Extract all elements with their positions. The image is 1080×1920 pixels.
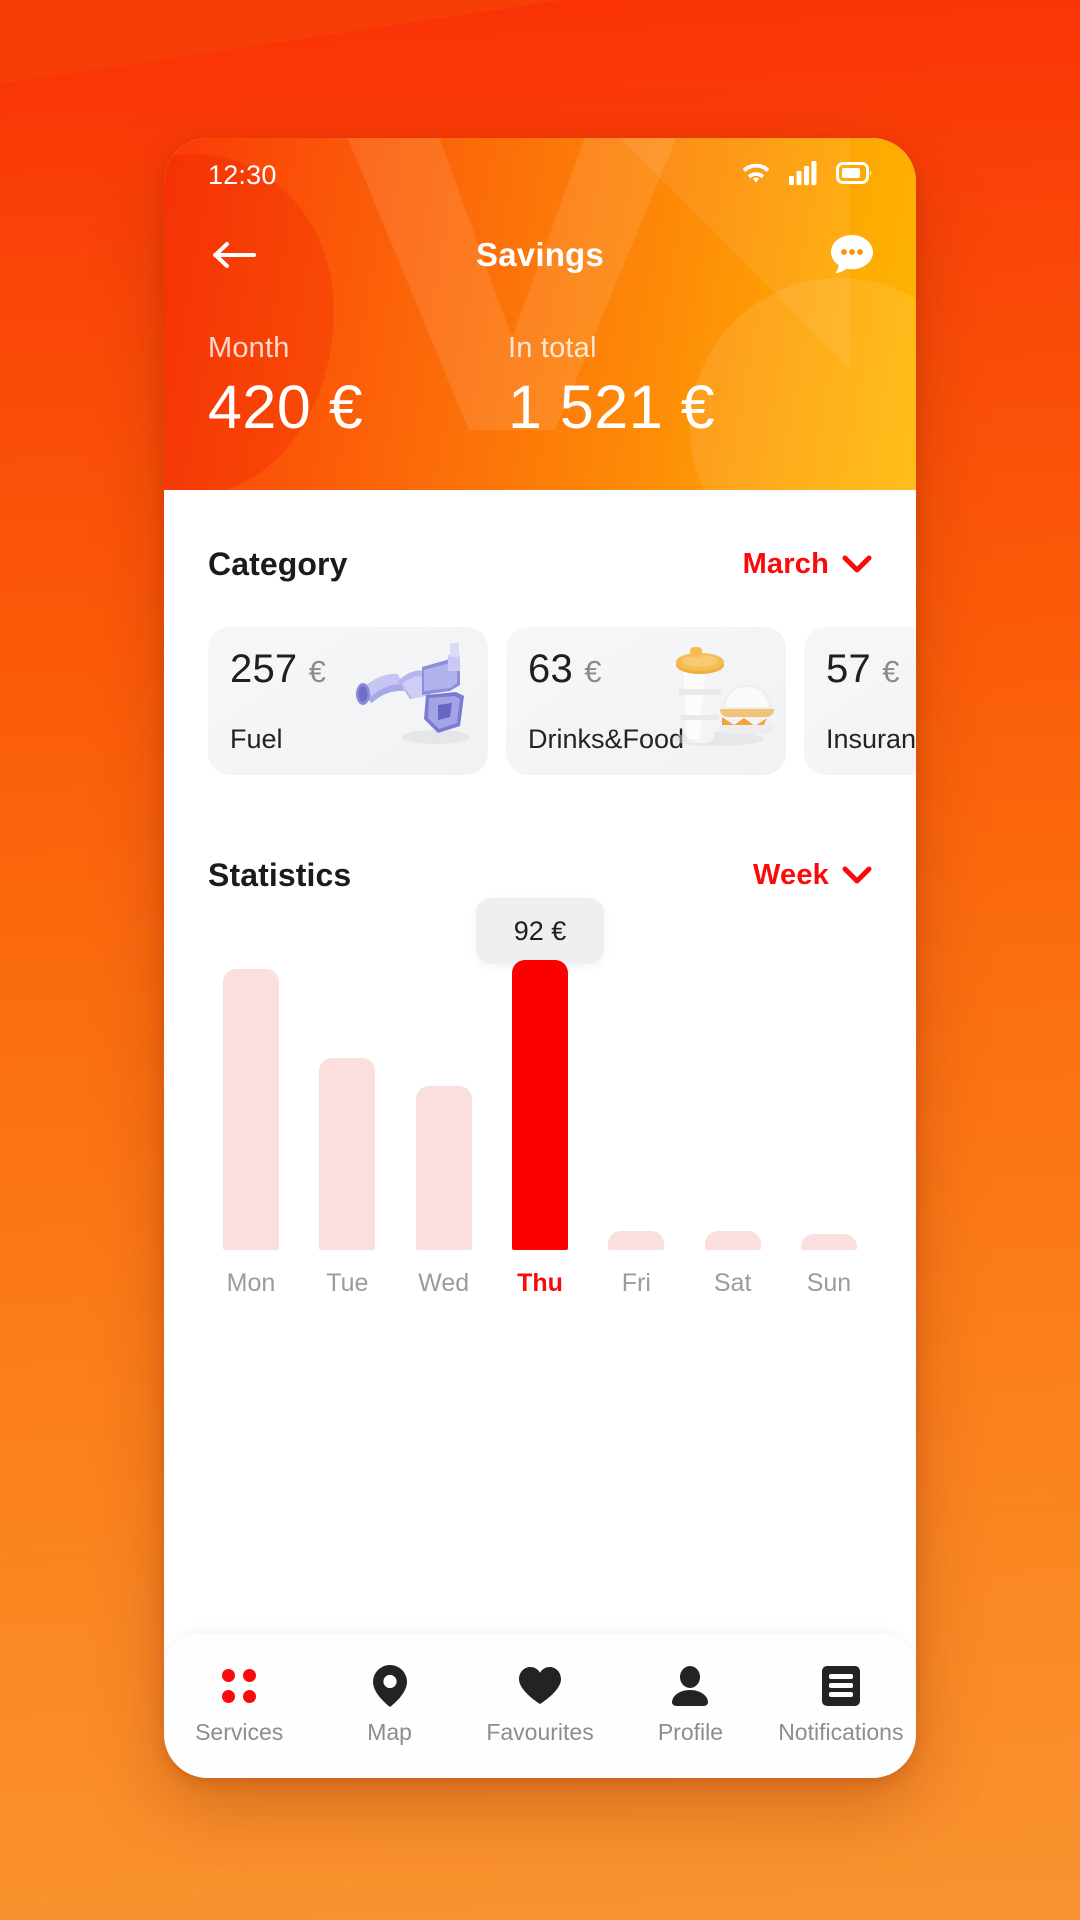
category-amount-value: 257 <box>230 647 298 691</box>
month-filter-dropdown[interactable]: March <box>743 548 872 581</box>
chart-bar-column[interactable] <box>208 960 294 1250</box>
chat-button[interactable] <box>824 227 880 283</box>
back-button[interactable] <box>206 227 262 283</box>
chart-value-tooltip: 92 € <box>475 898 604 964</box>
chat-bubble-icon <box>831 235 873 274</box>
category-card-fuel[interactable]: 257 € Fuel <box>208 627 488 775</box>
cellular-signal-icon <box>789 160 819 190</box>
chart-bar-column[interactable] <box>497 960 583 1250</box>
chart-label-tue: Tue <box>326 1269 369 1297</box>
category-amount-value: 57 <box>826 647 871 691</box>
chevron-down-icon <box>842 866 872 884</box>
category-amount-currency: € <box>584 654 602 689</box>
category-card-amount: 57 € <box>826 647 916 692</box>
chart-bar-column[interactable] <box>786 960 872 1250</box>
balance-month-label: Month <box>208 332 290 364</box>
wallpaper-diagonal-band-dark <box>0 0 1080 90</box>
coffee-burger-icon <box>672 647 774 746</box>
balance-total-label: In total <box>508 332 597 364</box>
balance-total: In total 1 521 € <box>508 332 808 442</box>
statistics-section-header: Statistics Week <box>164 775 916 894</box>
nav-item-notifications[interactable]: Notifications <box>766 1666 916 1746</box>
weekly-bar-chart: 92 € Mon Tue Wed Thu Fri Sat Sun <box>208 898 872 1298</box>
chart-bar-column[interactable] <box>401 960 487 1250</box>
chart-bar-sun[interactable] <box>800 1234 857 1250</box>
status-icon-group <box>740 160 874 190</box>
phone-mockup: 12:30 Savings Month 420 € In total 1 521… <box>164 138 916 1778</box>
balance-month: Month 420 € <box>208 332 508 442</box>
chart-bar-column[interactable] <box>593 960 679 1250</box>
nav-label-services: Services <box>195 1719 284 1745</box>
chart-bar-thu[interactable] <box>511 960 568 1250</box>
chart-bar-fri[interactable] <box>608 1231 665 1250</box>
chart-bars <box>208 960 872 1250</box>
wallpaper: 12:30 Savings Month 420 € In total 1 521… <box>0 0 1080 1920</box>
chart-bar-wed[interactable] <box>415 1086 472 1250</box>
header-nav-row: Savings <box>164 212 916 298</box>
map-pin-icon <box>372 1665 407 1707</box>
grid-dots-icon <box>222 1666 257 1706</box>
content-area: Category March 257 € Fuel 63 € Drinks&Fo… <box>164 490 916 1778</box>
person-icon <box>672 1666 709 1706</box>
nav-item-services[interactable]: Services <box>164 1666 314 1746</box>
balance-total-value: 1 521 € <box>508 373 716 441</box>
chart-label-sun: Sun <box>806 1269 852 1297</box>
nav-label-map: Map <box>367 1719 412 1745</box>
chart-bar-column[interactable] <box>304 960 390 1250</box>
statistics-title: Statistics <box>208 857 352 893</box>
category-amount-currency: € <box>308 654 327 689</box>
nav-item-favourites[interactable]: Favourites <box>465 1666 615 1746</box>
category-card-scroller[interactable]: 257 € Fuel 63 € Drinks&Food 57 € Insuran <box>164 583 916 775</box>
chart-bar-column[interactable] <box>690 960 776 1250</box>
category-section-header: Category March <box>164 490 916 583</box>
arrow-left-icon <box>213 242 256 268</box>
chart-day-labels: Mon Tue Wed Thu Fri Sat Sun <box>208 1269 872 1298</box>
category-card-drinks-food[interactable]: 63 € Drinks&Food <box>506 627 786 775</box>
bottom-navigation: Services Map Favourites Profile Notifica… <box>164 1634 916 1778</box>
category-amount-value: 63 <box>528 647 573 691</box>
category-card-name: Fuel <box>230 724 283 754</box>
nav-label-notifications: Notifications <box>778 1719 904 1745</box>
status-bar: 12:30 <box>164 138 916 212</box>
heart-icon <box>519 1666 562 1706</box>
balance-month-value: 420 € <box>208 373 364 441</box>
category-card-insurance[interactable]: 57 € Insurance <box>804 627 916 775</box>
nav-item-profile[interactable]: Profile <box>615 1666 765 1746</box>
status-clock: 12:30 <box>208 159 277 190</box>
category-amount-currency: € <box>882 654 900 689</box>
nav-label-profile: Profile <box>657 1719 724 1745</box>
battery-icon <box>836 161 874 190</box>
chart-bar-sat[interactable] <box>704 1231 761 1250</box>
period-filter-dropdown[interactable]: Week <box>753 859 872 892</box>
chart-bar-tue[interactable] <box>319 1058 376 1250</box>
chevron-down-icon <box>842 555 872 573</box>
list-box-icon <box>821 1666 860 1706</box>
wifi-icon <box>740 161 772 190</box>
chart-label-mon: Mon <box>226 1269 276 1297</box>
category-card-name: Insurance <box>826 724 916 754</box>
chart-label-thu: Thu <box>517 1269 563 1297</box>
period-filter-label: Week <box>752 859 829 891</box>
page-title: Savings <box>476 236 604 273</box>
app-header: 12:30 Savings Month 420 € In total 1 521… <box>164 138 916 490</box>
nav-item-map[interactable]: Map <box>314 1665 464 1746</box>
chart-label-fri: Fri <box>621 1269 651 1297</box>
balance-row: Month 420 € In total 1 521 € <box>164 298 916 442</box>
chart-label-wed: Wed <box>418 1269 470 1297</box>
month-filter-label: March <box>742 548 829 580</box>
chart-bar-mon[interactable] <box>223 969 279 1250</box>
fuel-nozzle-icon <box>356 643 470 744</box>
nav-label-favourites: Favourites <box>486 1719 594 1745</box>
chart-label-sat: Sat <box>713 1269 752 1297</box>
category-title: Category <box>208 546 348 582</box>
